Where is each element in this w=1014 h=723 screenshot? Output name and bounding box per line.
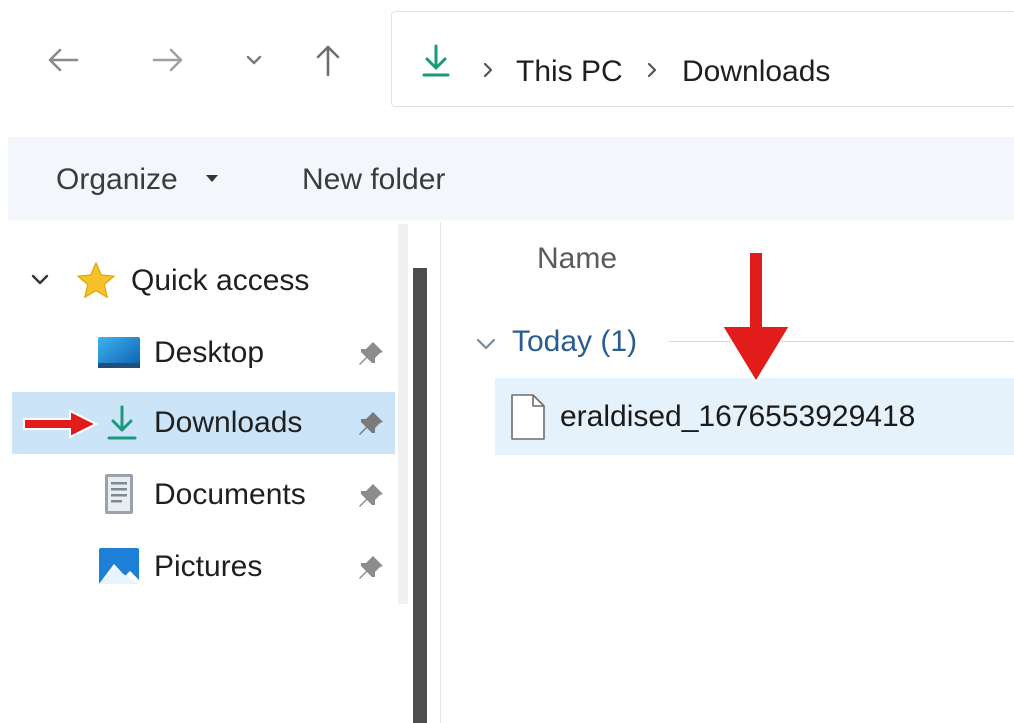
sidebar-item-label: Desktop xyxy=(154,336,265,369)
address-row: This PC Downloads xyxy=(0,0,1014,128)
file-name: eraldised_1676553929418 xyxy=(560,400,916,433)
chevron-down-icon xyxy=(476,338,496,350)
organize-button[interactable]: Organize xyxy=(44,137,234,220)
pin-icon[interactable] xyxy=(356,339,386,369)
command-bar: Organize New folder xyxy=(8,137,1014,220)
pane-divider[interactable] xyxy=(440,222,441,723)
sidebar-item-desktop[interactable]: Desktop xyxy=(12,322,395,384)
sidebar-item-pictures[interactable]: Pictures xyxy=(12,536,395,598)
back-button[interactable] xyxy=(41,38,85,82)
sidebar-item-quick-access[interactable]: Quick access xyxy=(20,250,400,312)
file-icon xyxy=(511,394,545,440)
up-button[interactable] xyxy=(306,38,350,82)
documents-icon xyxy=(105,474,133,514)
annotation-arrow-down-icon xyxy=(720,251,792,384)
new-folder-button[interactable]: New folder xyxy=(290,137,490,220)
sidebar-item-label: Quick access xyxy=(131,264,310,297)
forward-button[interactable] xyxy=(146,38,190,82)
pin-icon[interactable] xyxy=(356,409,386,439)
chevron-down-icon xyxy=(246,55,262,65)
back-arrow-icon xyxy=(48,48,79,72)
sidebar-item-label: Downloads xyxy=(154,406,303,439)
star-icon xyxy=(76,261,116,299)
pin-icon[interactable] xyxy=(356,481,386,511)
recent-locations-button[interactable] xyxy=(232,38,276,82)
nav-scrollbar-track[interactable] xyxy=(398,224,408,604)
nav-scrollbar-thumb[interactable] xyxy=(413,268,427,723)
breadcrumb-this-pc[interactable]: This PC xyxy=(516,53,623,91)
pin-icon[interactable] xyxy=(356,553,386,583)
caret-down-icon xyxy=(206,175,218,182)
sidebar-item-documents[interactable]: Documents xyxy=(12,464,395,526)
sidebar-item-label: Pictures xyxy=(154,550,263,583)
new-folder-label: New folder xyxy=(302,163,446,196)
sidebar-item-downloads[interactable]: Downloads xyxy=(12,392,395,454)
sidebar-item-label: Documents xyxy=(154,478,306,511)
organize-label: Organize xyxy=(56,163,178,196)
up-arrow-icon xyxy=(316,45,340,77)
chevron-right-icon xyxy=(483,62,493,78)
download-icon xyxy=(107,405,137,440)
pictures-icon xyxy=(99,548,139,584)
forward-arrow-icon xyxy=(152,48,183,72)
desktop-icon xyxy=(98,337,140,368)
chevron-right-icon xyxy=(647,62,657,78)
chevron-down-icon[interactable] xyxy=(28,270,52,290)
annotation-arrow-icon xyxy=(23,409,98,439)
column-header-name[interactable]: Name xyxy=(537,240,617,278)
group-label: Today (1) xyxy=(512,325,638,358)
download-icon xyxy=(422,44,450,77)
breadcrumb-downloads[interactable]: Downloads xyxy=(682,53,830,91)
address-bar[interactable]: This PC Downloads xyxy=(391,11,1014,107)
